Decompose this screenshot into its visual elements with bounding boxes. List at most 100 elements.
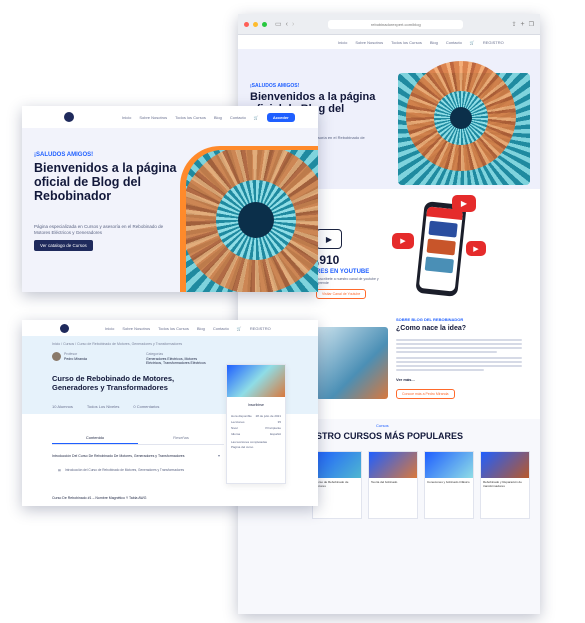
sidebar-extra-2: Página del curso xyxy=(231,445,254,449)
nav-about[interactable]: Sobre Nosotros xyxy=(355,40,383,45)
course-card[interactable]: Conexiones y bobinado trifásico xyxy=(424,451,474,519)
category-label: Categorías xyxy=(146,352,164,356)
youtube-button[interactable]: Visitar Canal de Youtube xyxy=(316,289,367,299)
about-label: SOBRE BLOG DEL REBOBINADOR xyxy=(396,317,464,322)
play-icon: ▶ xyxy=(325,234,333,244)
maximize-dot-icon[interactable] xyxy=(262,21,267,27)
new-tab-icon[interactable]: + xyxy=(521,21,525,28)
courses-label: Cursos xyxy=(376,423,389,428)
youtube-count: ,910 xyxy=(316,253,340,267)
courses-title: ESTRO CURSOS MÁS POPULARES xyxy=(310,431,464,441)
students-stat: 10 Alumnos xyxy=(52,404,73,409)
phone-mockup xyxy=(415,201,467,297)
share-icon[interactable]: ⇪ xyxy=(511,21,516,28)
nav-home[interactable]: Inicio xyxy=(105,326,114,331)
course-card-window: Inicio Sobre Nosotros Todos los Cursos B… xyxy=(22,320,318,506)
nav-contact[interactable]: Contacto xyxy=(446,40,462,45)
nav-courses[interactable]: Todos los Cursos xyxy=(175,115,206,120)
level-stat: Todos Los Niveles xyxy=(86,404,120,409)
tabs-icon[interactable]: ❐ xyxy=(529,21,534,28)
sidebar-thumbnail xyxy=(227,365,285,397)
back-hero-image xyxy=(398,61,530,185)
course-title: Curso de Rebobinado de Motores, Generado… xyxy=(52,374,175,392)
nav-register[interactable]: REGISTRO xyxy=(483,40,504,45)
sidebar-extra: Las lecciones completadas xyxy=(231,440,268,444)
course-title: Curso de Rebobinado de Motores xyxy=(315,480,349,488)
nav-register[interactable]: REGISTRO xyxy=(250,326,271,331)
address-bar[interactable]: rebobinadorexpert.com/blog xyxy=(328,19,464,29)
about-text xyxy=(396,337,522,373)
forward-icon[interactable]: › xyxy=(292,21,294,28)
course-grid: Curso de Rebobinado de Motores Teoría de… xyxy=(312,451,530,519)
instructor-label: Profesor xyxy=(64,352,78,356)
nav-about[interactable]: Sobre Nosotros xyxy=(122,326,150,331)
back-icon[interactable]: ‹ xyxy=(286,21,288,28)
nav-home[interactable]: Inicio xyxy=(338,40,347,45)
nav-home[interactable]: Inicio xyxy=(122,115,131,120)
close-dot-icon[interactable] xyxy=(244,21,249,27)
course-title: Conexiones y bobinado trifásico xyxy=(427,480,470,484)
course-sidebar: Inscribirse Hora disponible 28 de julio d… xyxy=(226,364,286,484)
site-nav: Inicio Sobre Nosotros Todos los Cursos B… xyxy=(238,35,540,49)
cart-icon[interactable]: 🛒 xyxy=(254,115,259,120)
nav-contact[interactable]: Contacto xyxy=(230,115,246,120)
course-title: Rebobinado y Reparación de transformador… xyxy=(483,480,522,488)
hero-greeting: ¡SALUDOS AMIGOS! xyxy=(34,152,94,158)
youtube-logo-icon: ▶ xyxy=(452,195,476,212)
course-stats: 10 Alumnos Todos Los Niveles 0 Comentari… xyxy=(52,404,159,409)
nav-blog[interactable]: Blog xyxy=(197,326,205,331)
course-card[interactable]: Teoría del bobinado xyxy=(368,451,418,519)
instructor-name[interactable]: Pedro Miranda xyxy=(64,357,87,361)
course-title: Teoría del bobinado xyxy=(371,480,398,484)
nav-courses[interactable]: Todos los Cursos xyxy=(391,40,422,45)
hero-cta-button[interactable]: Ver catalogo de Cursos xyxy=(34,240,93,251)
cart-icon[interactable]: 🛒 xyxy=(470,40,475,45)
youtube-logo-icon-3: ▶ xyxy=(466,241,486,256)
lesson-section-2[interactable]: Curso De Rebobinado #1 – Nombre Magnétic… xyxy=(52,496,222,500)
hero-card: Inicio Sobre Nosotros Todos los Cursos B… xyxy=(22,106,318,292)
about-button[interactable]: Conoce más a Pedro Miranda xyxy=(396,389,455,399)
cart-icon[interactable]: 🛒 xyxy=(237,326,242,331)
tab-content[interactable]: Contenido xyxy=(52,432,138,444)
nav-blog[interactable]: Blog xyxy=(214,115,222,120)
youtube-sub: Suscríbete a nuestro canal de youtube y … xyxy=(316,277,379,285)
minimize-dot-icon[interactable] xyxy=(253,21,258,27)
address-text: rebobinadorexpert.com/blog xyxy=(370,21,421,27)
course-card[interactable]: Rebobinado y Reparación de transformador… xyxy=(480,451,530,519)
course-tabs: Contenido Reseñas xyxy=(52,432,224,445)
lesson-section[interactable]: Introducción Del Curso De Rebobinado De … xyxy=(52,454,212,458)
about-image xyxy=(316,327,388,399)
nav-about[interactable]: Sobre Nosotros xyxy=(139,115,167,120)
nav-contact[interactable]: Contacto xyxy=(213,326,229,331)
document-icon: ▤ xyxy=(58,468,62,472)
breadcrumb: Inicio / Cursos / Curso de Rebobinado de… xyxy=(52,342,183,346)
hero-image xyxy=(180,146,318,292)
hero-nav: Inicio Sobre Nosotros Todos los Cursos B… xyxy=(22,106,318,128)
site-logo-icon[interactable] xyxy=(60,323,69,333)
about-title: ¿Como nace la idea? xyxy=(396,325,467,332)
category-values[interactable]: Generadores Eléctricos, Motores Eléctric… xyxy=(146,357,206,365)
browser-toolbar: ▭ ‹ › rebobinadorexpert.com/blog ⇪ + ❐ xyxy=(238,14,540,35)
site-logo-icon[interactable] xyxy=(64,112,74,122)
nav-login-button[interactable]: Acceder xyxy=(266,112,295,122)
browser-window: ▭ ‹ › rebobinadorexpert.com/blog ⇪ + ❐ I… xyxy=(238,14,540,614)
hero-subtext: Página especializada en Cursos y asesorí… xyxy=(34,224,164,235)
instructor-avatar xyxy=(52,352,61,361)
course-card[interactable]: Curso de Rebobinado de Motores xyxy=(312,451,362,519)
lesson-title: Introducción del Curso de Rebobinado de … xyxy=(65,468,185,472)
enroll-button[interactable]: Inscribirse xyxy=(233,401,279,409)
play-box[interactable]: ▶ xyxy=(316,229,342,249)
about-read-more[interactable]: Ver más... xyxy=(396,377,415,382)
lesson-item[interactable]: ▤ Introducción del Curso de Rebobinado d… xyxy=(58,468,218,472)
nav-courses[interactable]: Todos los Cursos xyxy=(158,326,189,331)
chevron-down-icon[interactable]: ▾ xyxy=(218,453,220,458)
reviews-stat: 0 Comentarios xyxy=(133,404,160,409)
hero-heading: Bienvenidos a la página oficial de Blog … xyxy=(34,161,177,203)
youtube-logo-icon-2: ▶ xyxy=(392,233,414,249)
back-hero-greeting: ¡SALUDOS AMIGOS! xyxy=(250,83,300,89)
course-nav: Inicio Sobre Nosotros Todos los Cursos B… xyxy=(22,320,318,336)
nav-blog[interactable]: Blog xyxy=(430,40,438,45)
sidebar-toggle-icon[interactable]: ▭ xyxy=(275,20,282,28)
tab-reviews[interactable]: Reseñas xyxy=(138,432,224,444)
youtube-label: RES EN YOUTUBE xyxy=(316,269,370,275)
